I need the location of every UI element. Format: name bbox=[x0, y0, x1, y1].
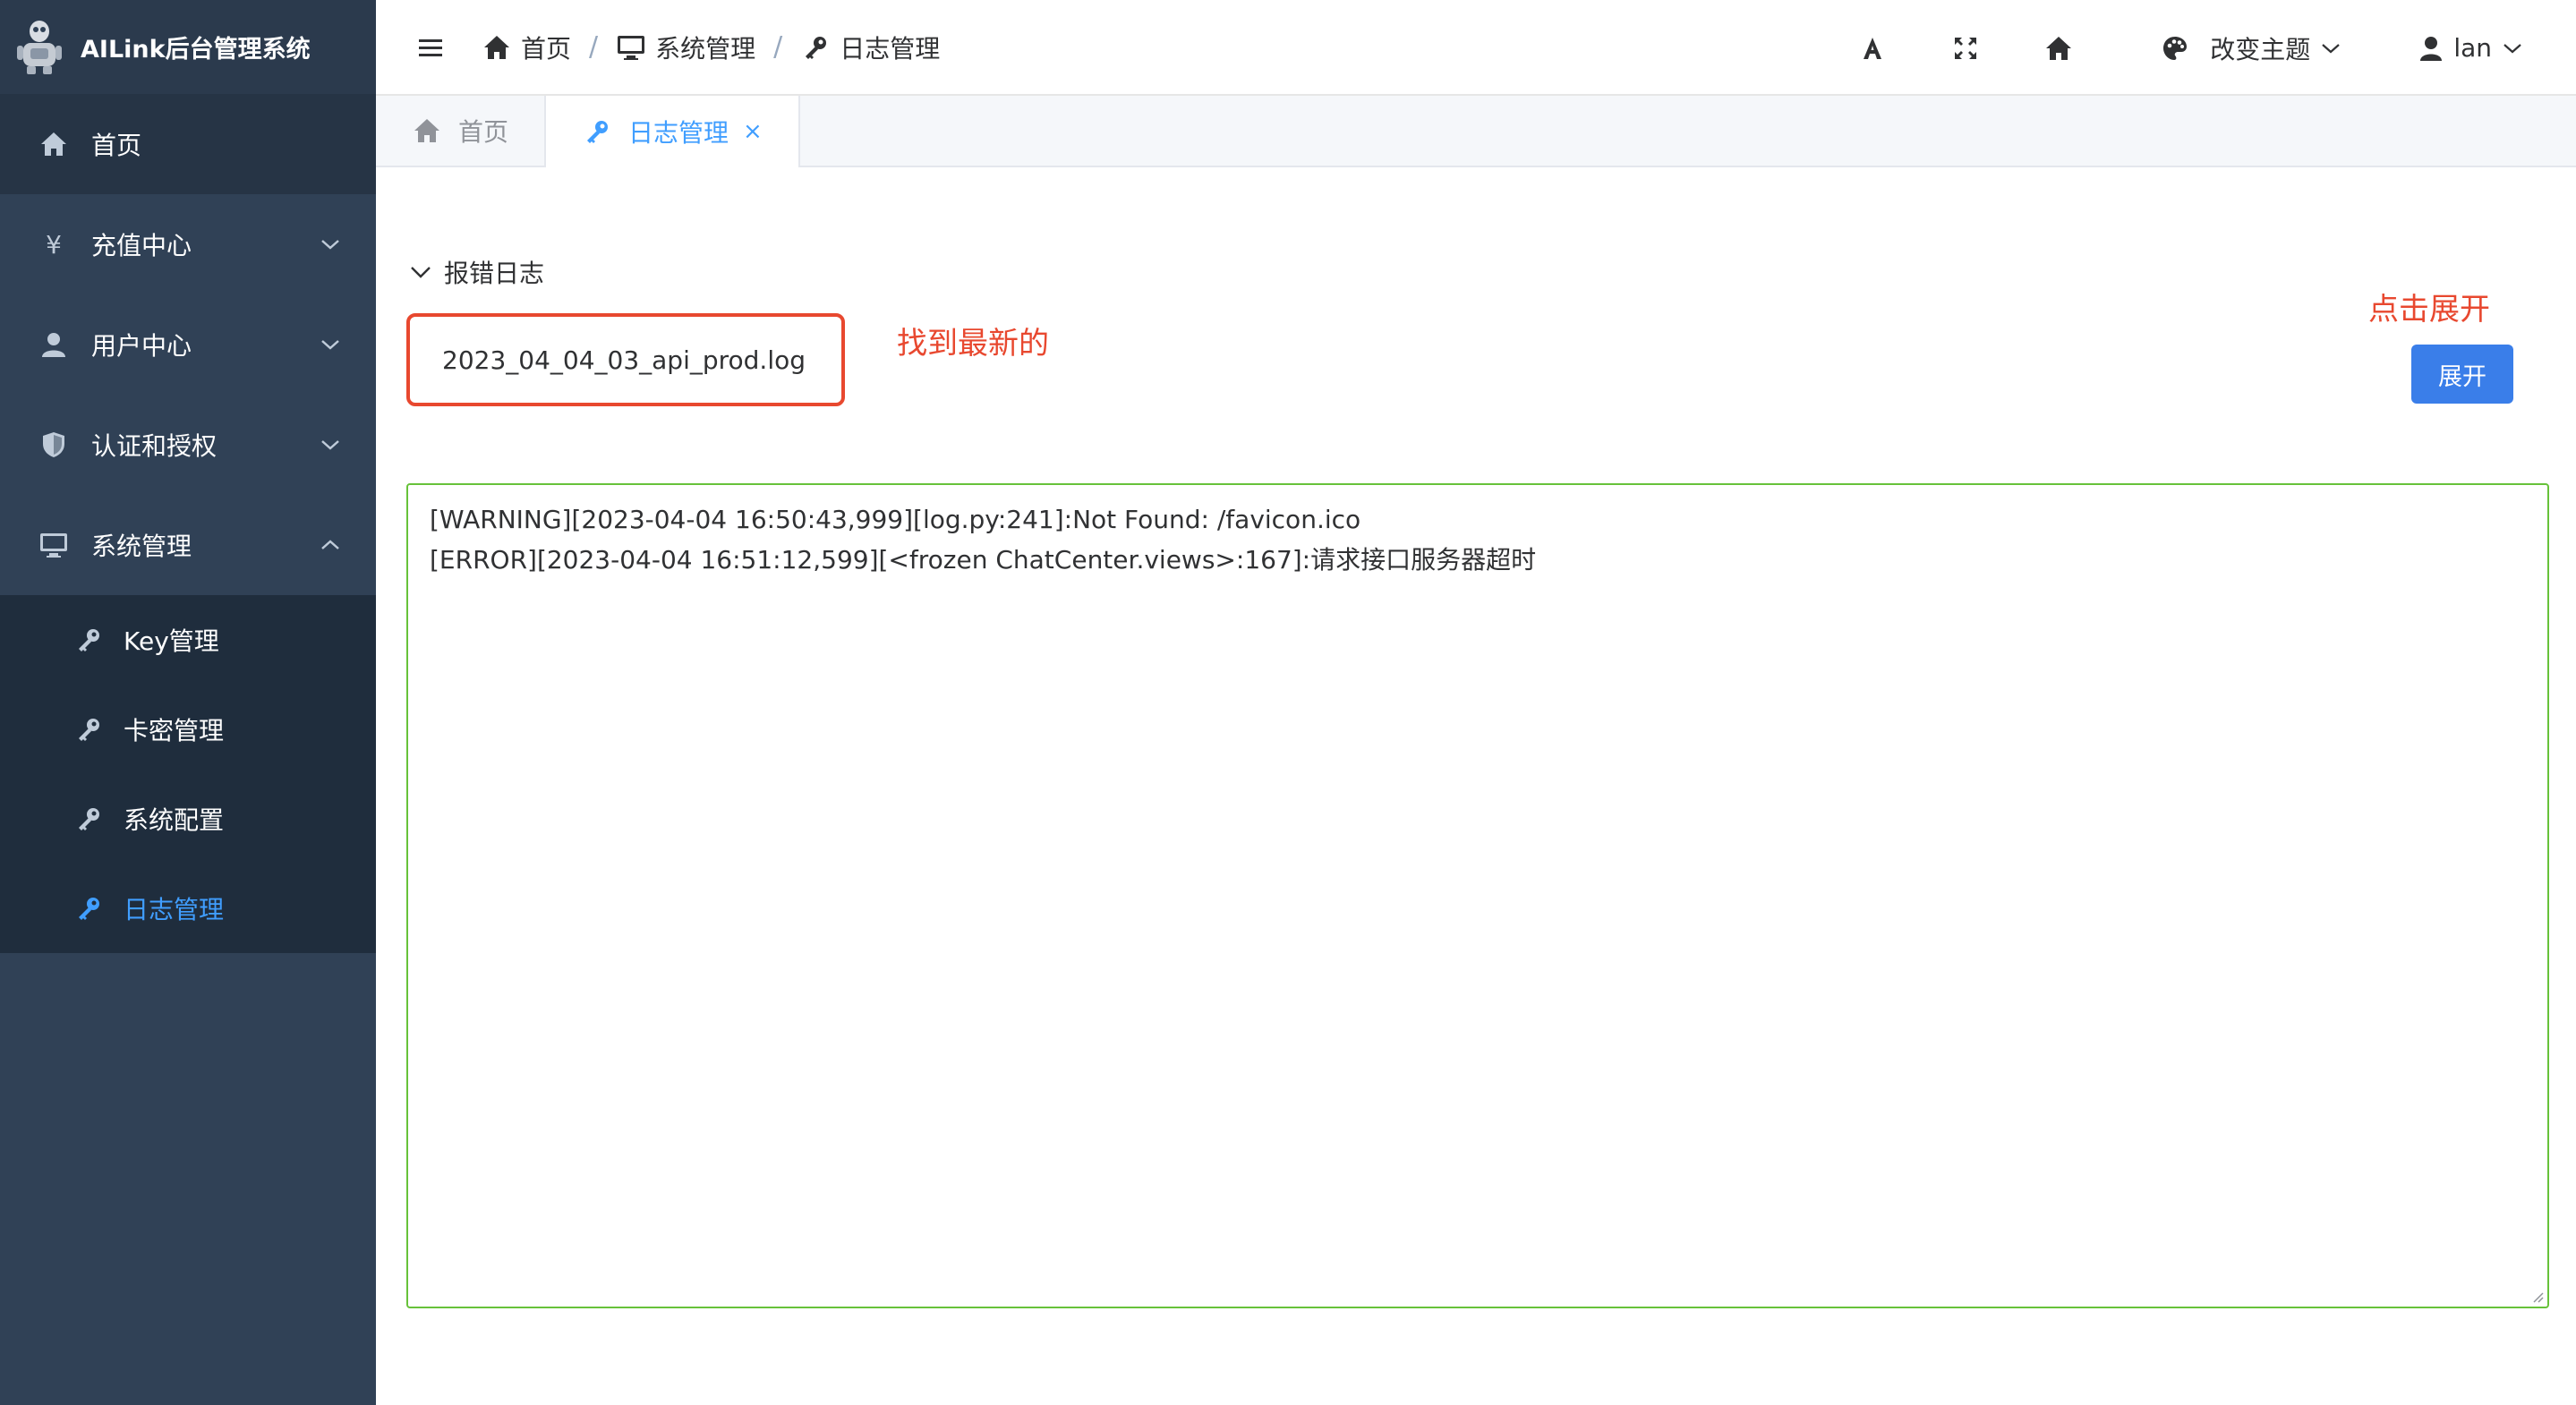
tab-label: 日志管理 bbox=[628, 118, 729, 148]
chevron-up-icon bbox=[321, 540, 339, 549]
sidebar-item-label: 日志管理 bbox=[124, 895, 225, 924]
log-file-name: 2023_04_04_03_api_prod.log bbox=[442, 345, 806, 375]
log-line: [WARNING][2023-04-04 16:50:43,999][log.p… bbox=[430, 505, 1361, 534]
system-submenu: Key管理 卡密管理 系统配置 日志管理 bbox=[0, 595, 376, 953]
collapse-header-error-log[interactable]: 报错日志 bbox=[410, 254, 544, 290]
breadcrumb: 首页 / 系统管理 / 日志管理 bbox=[482, 30, 940, 65]
robot-logo-icon bbox=[17, 20, 62, 74]
chevron-down-icon bbox=[321, 340, 339, 350]
sidebar-item-label: 系统配置 bbox=[124, 805, 225, 835]
sidebar: AILink后台管理系统 首页 ¥ 充值中心 用户中心 认证和授权 系统管理 K… bbox=[0, 0, 376, 1405]
annotation-click-expand: 点击展开 bbox=[2368, 292, 2490, 328]
sidebar-item-label: 系统管理 bbox=[91, 532, 192, 561]
sidebar-item-system-config[interactable]: 系统配置 bbox=[0, 774, 376, 864]
sidebar-item-users[interactable]: 用户中心 bbox=[0, 294, 376, 395]
key-icon bbox=[75, 805, 102, 832]
font-size-icon[interactable] bbox=[1857, 33, 1888, 64]
sidebar-item-label: 首页 bbox=[91, 131, 142, 160]
sidebar-item-log-manage[interactable]: 日志管理 bbox=[0, 864, 376, 953]
logo-bar: AILink后台管理系统 bbox=[0, 0, 376, 94]
tab-label: 首页 bbox=[458, 117, 509, 147]
expand-button[interactable]: 展开 bbox=[2411, 345, 2513, 404]
chevron-down-icon bbox=[321, 240, 339, 250]
sidebar-item-system[interactable]: 系统管理 bbox=[0, 495, 376, 595]
chevron-down-icon bbox=[2503, 43, 2521, 53]
key-icon bbox=[75, 895, 102, 922]
monitor-icon bbox=[616, 32, 646, 63]
home-icon bbox=[38, 128, 70, 160]
tab-log-manage[interactable]: 日志管理 × bbox=[546, 96, 800, 167]
yen-icon: ¥ bbox=[46, 229, 62, 260]
sidebar-item-label: 用户中心 bbox=[91, 331, 192, 361]
breadcrumb-label: 日志管理 bbox=[840, 33, 941, 64]
breadcrumb-separator: / bbox=[773, 31, 783, 63]
app-title: AILink后台管理系统 bbox=[81, 36, 311, 64]
breadcrumb-separator: / bbox=[589, 31, 599, 63]
theme-label: 改变主题 bbox=[2210, 34, 2311, 64]
tab-home[interactable]: 首页 bbox=[376, 96, 547, 166]
resize-handle-icon[interactable] bbox=[2529, 1289, 2544, 1303]
sidebar-item-recharge[interactable]: ¥ 充值中心 bbox=[0, 194, 376, 294]
section-title: 报错日志 bbox=[444, 259, 545, 288]
log-file-item[interactable]: 2023_04_04_03_api_prod.log bbox=[406, 313, 845, 406]
key-icon bbox=[800, 32, 831, 63]
breadcrumb-item-home[interactable]: 首页 bbox=[482, 30, 571, 65]
sidebar-item-label: 充值中心 bbox=[91, 231, 192, 260]
user-icon bbox=[2416, 33, 2446, 64]
sidebar-item-key-manage[interactable]: Key管理 bbox=[0, 595, 376, 685]
hamburger-icon[interactable] bbox=[415, 34, 446, 61]
breadcrumb-item-log: 日志管理 bbox=[800, 30, 940, 65]
breadcrumb-label: 系统管理 bbox=[655, 33, 756, 64]
top-navbar: 首页 / 系统管理 / 日志管理 改变主题 lan bbox=[376, 0, 2576, 96]
tags-view-bar: 首页 日志管理 × bbox=[376, 96, 2576, 167]
sidebar-item-home[interactable]: 首页 bbox=[0, 94, 376, 194]
sidebar-item-label: Key管理 bbox=[124, 626, 219, 656]
fullscreen-icon[interactable] bbox=[1950, 33, 1981, 64]
key-icon bbox=[75, 716, 102, 743]
breadcrumb-label: 首页 bbox=[521, 33, 572, 64]
user-icon bbox=[38, 328, 70, 361]
palette-icon bbox=[2160, 33, 2190, 64]
sidebar-item-card-manage[interactable]: 卡密管理 bbox=[0, 685, 376, 774]
key-icon bbox=[75, 626, 102, 653]
sidebar-item-label: 认证和授权 bbox=[91, 431, 218, 461]
close-icon[interactable]: × bbox=[743, 118, 763, 145]
navbar-right: 改变主题 lan bbox=[1857, 0, 2576, 96]
key-icon bbox=[582, 116, 612, 147]
annotation-find-latest: 找到最新的 bbox=[897, 326, 1049, 362]
sidebar-item-label: 卡密管理 bbox=[124, 716, 225, 745]
breadcrumb-item-system[interactable]: 系统管理 bbox=[616, 30, 755, 65]
home-icon[interactable] bbox=[2043, 33, 2074, 64]
home-icon bbox=[482, 32, 512, 63]
chevron-down-icon bbox=[2322, 43, 2341, 53]
sidebar-item-auth[interactable]: 认证和授权 bbox=[0, 395, 376, 495]
chevron-down-icon bbox=[411, 267, 431, 278]
chevron-down-icon bbox=[321, 440, 339, 450]
shield-icon bbox=[38, 429, 70, 461]
log-line: [ERROR][2023-04-04 16:51:12,599][<frozen… bbox=[430, 545, 1537, 575]
change-theme-dropdown[interactable]: 改变主题 bbox=[2160, 30, 2341, 66]
monitor-icon bbox=[38, 529, 70, 561]
log-textarea[interactable]: [WARNING][2023-04-04 16:50:43,999][log.p… bbox=[406, 483, 2549, 1308]
user-dropdown[interactable]: lan bbox=[2416, 33, 2522, 64]
user-name: lan bbox=[2453, 33, 2492, 63]
home-icon bbox=[412, 115, 442, 146]
